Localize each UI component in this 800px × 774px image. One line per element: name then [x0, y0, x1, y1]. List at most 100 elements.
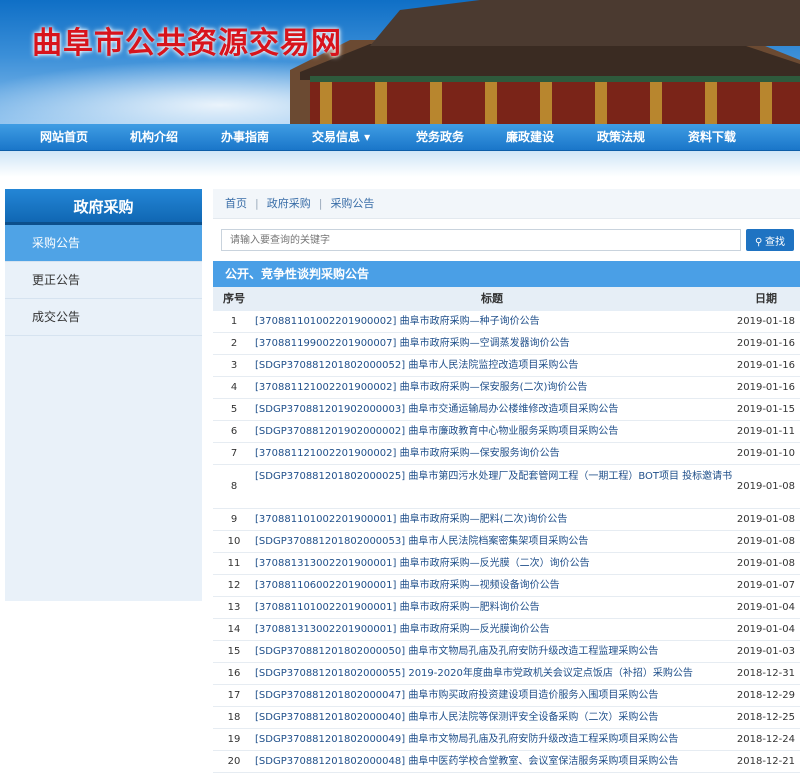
- row-title-link[interactable]: [370881313002201900001] 曲阜市政府采购—反光膜（二次）询…: [255, 553, 733, 575]
- row-index: 15: [227, 646, 241, 657]
- row-title-link[interactable]: [370881199002201900007] 曲阜市政府采购—空调蒸发器询价公…: [255, 333, 733, 355]
- col-header-title: 标题: [481, 292, 503, 305]
- row-index: 18: [227, 712, 241, 723]
- nav-home[interactable]: 网站首页: [40, 124, 88, 151]
- nav-guide[interactable]: 办事指南: [221, 124, 269, 151]
- row-title-link[interactable]: [370881101002201900001] 曲阜市政府采购—肥料(二次)询价…: [255, 509, 733, 531]
- row-index: 9: [230, 514, 238, 525]
- breadcrumb-home[interactable]: 首页: [225, 197, 247, 210]
- sidebar-item-deal-notice[interactable]: 成交公告: [5, 299, 202, 336]
- table-row: 20 [SDGP370881201802000048] 曲阜中医药学校合堂教室、会…: [213, 751, 800, 773]
- row-title-link[interactable]: [SDGP370881201802000040] 曲阜市人民法院等保测评安全设备…: [255, 707, 733, 729]
- table-row: 13 [370881101002201900001] 曲阜市政府采购—肥料询价公告…: [213, 597, 800, 619]
- row-index: 13: [227, 602, 241, 613]
- nav-shadow-strip: [0, 151, 800, 177]
- col-header-date: 日期: [755, 292, 777, 305]
- row-index: 5: [230, 404, 238, 415]
- row-title-link[interactable]: [SDGP370881201802000049] 曲阜市文物局孔庙及孔府安防升级…: [255, 729, 733, 751]
- row-date: 2018-12-25: [736, 712, 795, 723]
- nav-integrity[interactable]: 廉政建设: [506, 124, 554, 151]
- row-index: 8: [230, 481, 238, 492]
- row-title-link[interactable]: [SDGP370881201802000025] 曲阜市第四污水处理厂及配套管网…: [255, 467, 733, 487]
- row-title-link[interactable]: [SDGP370881201802000048] 曲阜中医药学校合堂教室、会议室…: [255, 751, 733, 773]
- search-input[interactable]: [221, 229, 741, 251]
- table-row: 14 [370881313002201900001] 曲阜市政府采购—反光膜询价公…: [213, 619, 800, 641]
- search-button[interactable]: ⚲ 查找: [746, 229, 794, 251]
- row-date: 2019-01-04: [736, 624, 795, 635]
- row-title-link[interactable]: [SDGP370881201802000053] 曲阜市人民法院档案密集架项目采…: [255, 531, 733, 553]
- row-date: 2019-01-08: [736, 481, 795, 492]
- table-row: 2 [370881199002201900007] 曲阜市政府采购—空调蒸发器询价…: [213, 333, 800, 355]
- nav-trade-info[interactable]: 交易信息 ▾: [312, 124, 370, 151]
- row-title-link[interactable]: [SDGP370881201802000055] 2019-2020年度曲阜市党…: [255, 663, 733, 685]
- row-date: 2019-01-18: [736, 316, 795, 327]
- table-row: 15 [SDGP370881201802000050] 曲阜市文物局孔庙及孔府安防…: [213, 641, 800, 663]
- breadcrumb-separator: |: [255, 197, 259, 210]
- breadcrumb: 首页 | 政府采购 | 采购公告: [213, 189, 800, 219]
- table-row: 12 [370881106002201900001] 曲阜市政府采购—视频设备询价…: [213, 575, 800, 597]
- row-index: 1: [230, 316, 238, 327]
- sidebar-title: 政府采购: [5, 189, 202, 225]
- table-row: 3 [SDGP370881201802000052] 曲阜市人民法院监控改造项目采…: [213, 355, 800, 377]
- table-row: 19 [SDGP370881201802000049] 曲阜市文物局孔庙及孔府安防…: [213, 729, 800, 751]
- row-index: 14: [227, 624, 241, 635]
- row-title-link[interactable]: [370881101002201900001] 曲阜市政府采购—肥料询价公告: [255, 597, 733, 619]
- breadcrumb-procurement[interactable]: 政府采购: [267, 197, 311, 210]
- sidebar: 政府采购 采购公告 更正公告 成交公告: [5, 189, 202, 601]
- row-title-link[interactable]: [SDGP370881201902000002] 曲阜市廉政教育中心物业服务采购…: [255, 421, 733, 443]
- search-row: ⚲ 查找: [221, 229, 794, 251]
- row-date: 2019-01-16: [736, 360, 795, 371]
- nav-party-affairs[interactable]: 党务政务: [416, 124, 464, 151]
- row-date: 2019-01-16: [736, 338, 795, 349]
- table-row: 8 [SDGP370881201802000025] 曲阜市第四污水处理厂及配套管…: [213, 465, 800, 509]
- temple-illustration: [290, 0, 800, 124]
- nav-downloads[interactable]: 资料下载: [688, 124, 736, 151]
- site-banner: 曲阜市公共资源交易网: [0, 0, 800, 124]
- table-row: 1 [370881101002201900002] 曲阜市政府采购—种子询价公告 2…: [213, 311, 800, 333]
- table-row: 7 [370881121002201900002] 曲阜市政府采购—保安服务询价公…: [213, 443, 800, 465]
- table-row: 6 [SDGP370881201902000002] 曲阜市廉政教育中心物业服务采…: [213, 421, 800, 443]
- row-index: 20: [227, 756, 241, 767]
- row-date: 2019-01-07: [736, 580, 795, 591]
- sidebar-item-correction-notice[interactable]: 更正公告: [5, 262, 202, 299]
- row-title-link[interactable]: [370881121002201900002] 曲阜市政府采购—保安服务(二次)…: [255, 377, 733, 399]
- row-date: 2018-12-24: [736, 734, 795, 745]
- main-content: 首页|政府采购|采购公告 ⚲ 查找 公开、竞争性谈判采购公告 序号 标题 日期 …: [213, 189, 800, 773]
- row-index: 11: [227, 558, 241, 569]
- nav-policy[interactable]: 政策法规: [597, 124, 645, 151]
- col-header-index: 序号: [223, 292, 245, 305]
- nav-about[interactable]: 机构介绍: [130, 124, 178, 151]
- table-row: 11 [370881313002201900001] 曲阜市政府采购—反光膜（二次…: [213, 553, 800, 575]
- row-date: 2018-12-21: [736, 756, 795, 767]
- row-index: 12: [227, 580, 241, 591]
- sidebar-item-procurement-notice[interactable]: 采购公告: [5, 225, 202, 262]
- row-title-link[interactable]: [370881121002201900002] 曲阜市政府采购—保安服务询价公告: [255, 443, 733, 465]
- table-row: 16 [SDGP370881201802000055] 2019-2020年度曲阜…: [213, 663, 800, 685]
- row-date: 2018-12-29: [736, 690, 795, 701]
- row-index: 3: [230, 360, 238, 371]
- row-index: 2: [230, 338, 238, 349]
- breadcrumb-current[interactable]: 采购公告: [330, 197, 374, 210]
- table-row: 17 [SDGP370881201802000047] 曲阜市购买政府投资建设项目…: [213, 685, 800, 707]
- row-date: 2019-01-15: [736, 404, 795, 415]
- row-index: 17: [227, 690, 241, 701]
- row-date: 2018-12-31: [736, 668, 795, 679]
- row-title-link[interactable]: [370881101002201900002] 曲阜市政府采购—种子询价公告: [255, 311, 733, 333]
- row-date: 2019-01-04: [736, 602, 795, 613]
- row-index: 16: [227, 668, 241, 679]
- breadcrumb-separator: |: [318, 197, 323, 210]
- table-row: 18 [SDGP370881201802000040] 曲阜市人民法院等保测评安全…: [213, 707, 800, 729]
- notice-table-body: 1 [370881101002201900002] 曲阜市政府采购—种子询价公告 2…: [213, 311, 800, 773]
- row-date: 2019-01-08: [736, 536, 795, 547]
- row-date: 2019-01-10: [736, 448, 795, 459]
- row-title-link[interactable]: [SDGP370881201802000052] 曲阜市人民法院监控改造项目采购…: [255, 355, 733, 377]
- row-title-link[interactable]: [SDGP370881201802000047] 曲阜市购买政府投资建设项目造价…: [255, 685, 733, 707]
- row-title-link[interactable]: [SDGP370881201802000050] 曲阜市文物局孔庙及孔府安防升级…: [255, 641, 733, 663]
- row-index: 19: [227, 734, 241, 745]
- table-header: 序号 标题 日期: [213, 287, 800, 311]
- row-title-link[interactable]: [SDGP370881201902000003] 曲阜市交通运输局办公楼维修改造…: [255, 399, 733, 421]
- row-index: 7: [230, 448, 238, 459]
- row-title-link[interactable]: [370881313002201900001] 曲阜市政府采购—反光膜询价公告: [255, 619, 733, 641]
- row-date: 2019-01-08: [736, 514, 795, 525]
- row-title-link[interactable]: [370881106002201900001] 曲阜市政府采购—视频设备询价公告: [255, 575, 733, 597]
